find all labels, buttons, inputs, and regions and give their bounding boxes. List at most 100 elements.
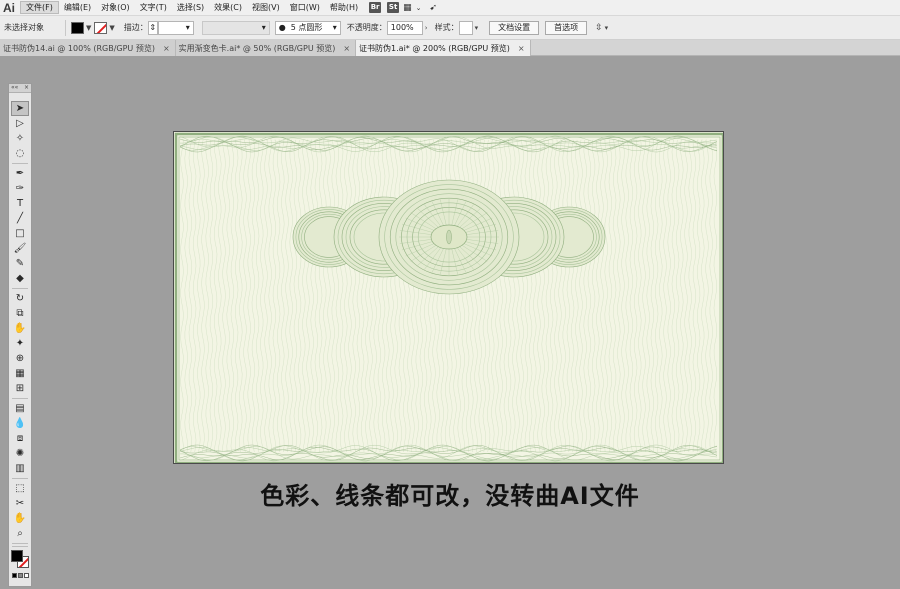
divider [12, 543, 28, 544]
stock-button[interactable]: St [387, 2, 400, 13]
document-tab-label: 证书防伪1.ai* @ 200% (RGB/GPU 预览) [359, 43, 510, 53]
pen-tool-icon[interactable]: ✒ [11, 166, 29, 181]
puppet-warp-tool-icon[interactable]: ✦ [11, 336, 29, 351]
bridge-button[interactable]: Br [369, 2, 382, 13]
rectangle-tool-icon[interactable]: □ [11, 226, 29, 241]
mesh-tool-icon[interactable]: ⊞ [11, 381, 29, 396]
none-mode-button[interactable] [23, 573, 29, 578]
chevron-down-icon[interactable]: ▼ [109, 24, 114, 32]
menu-item[interactable]: 窗口(W) [285, 1, 325, 14]
gradient-tool-icon[interactable]: ▤ [11, 401, 29, 416]
color-mode-button[interactable] [11, 573, 17, 578]
document-tab-label: 实用渐变色卡.ai* @ 50% (RGB/GPU 预览) [178, 43, 336, 53]
chevron-down-icon: ▾ [332, 23, 337, 32]
color-mode-buttons [9, 573, 31, 578]
selection-tool-icon[interactable]: ➤ [11, 101, 29, 116]
zoom-tool-icon[interactable]: ⌕ [11, 526, 29, 541]
menu-bar: Ai 文件(F) 编辑(E) 对象(O) 文字(T) 选择(S) 效果(C) 视图(V) 窗口… [0, 0, 900, 15]
close-icon[interactable]: × [163, 44, 170, 53]
chevron-down-icon[interactable]: ⌄ [416, 4, 422, 12]
control-bar: 未选择对象 ▼ ▼ 描边： ⇕ ▾ ▾ ● 5 点圆形 ▾ 不透明度： 100%… [0, 15, 900, 40]
menu-item[interactable]: 文件(F) [20, 1, 59, 14]
artboard[interactable] [173, 131, 724, 464]
chevron-down-icon[interactable]: ▾ [605, 24, 609, 32]
direct-selection-tool-icon[interactable]: ▷ [11, 116, 29, 131]
tools-panel: «« × ➤ ▷ ✧ ◌ ✒ ✑ T ╱ □ 🖌 ✎ ◆ ↻ ⧉ ✋ ✦ ⊕ ▦ ⊞ ▤ 💧 ⧈ ✺ ▥ ⬚ ✂ ✋ ⌕ [8, 83, 32, 587]
shape-builder-tool-icon[interactable]: ⊕ [11, 351, 29, 366]
stroke-label: 描边： [123, 23, 148, 32]
stroke-weight-input[interactable]: ▾ [157, 20, 194, 35]
close-icon[interactable]: × [343, 44, 350, 53]
menu-item[interactable]: 对象(O) [96, 1, 135, 14]
app-logo: Ai [3, 0, 15, 15]
artboard-tool-icon[interactable]: ⬚ [11, 481, 29, 496]
warp-tool-icon[interactable]: ✋ [11, 321, 29, 336]
document-tab-bar: 证书防伪14.ai @ 100% (RGB/GPU 预览) × 实用渐变色卡.ai*… [0, 40, 900, 56]
chevron-right-icon[interactable]: › [425, 24, 428, 32]
close-icon[interactable]: × [24, 84, 29, 92]
menu-item[interactable]: 编辑(E) [59, 1, 96, 14]
chevron-down-icon[interactable]: ▼ [86, 24, 91, 32]
paintbrush-tool-icon[interactable]: 🖌 [11, 241, 29, 256]
line-tool-icon[interactable]: ╱ [11, 211, 29, 226]
chevron-down-icon[interactable]: ▾ [475, 24, 479, 32]
slice-tool-icon[interactable]: ✂ [11, 496, 29, 511]
stroke-color-swatch[interactable] [94, 21, 108, 34]
tool-list: ➤ ▷ ✧ ◌ ✒ ✑ T ╱ □ 🖌 ✎ ◆ ↻ ⧉ ✋ ✦ ⊕ ▦ ⊞ ▤ 💧 ⧈ ✺ ▥ ⬚ ✂ ✋ ⌕ [9, 93, 31, 544]
divider [12, 546, 28, 547]
divider [12, 288, 28, 289]
promo-caption: 色彩、线条都可改，没转曲AI文件 [260, 482, 640, 510]
preferences-button[interactable]: 首选项 [545, 20, 588, 35]
document-tab[interactable]: 实用渐变色卡.ai* @ 50% (RGB/GPU 预览) × [175, 40, 357, 56]
blend-tool-icon[interactable]: ⧈ [11, 431, 29, 446]
rotate-tool-icon[interactable]: ↻ [11, 291, 29, 306]
lasso-tool-icon[interactable]: ◌ [11, 146, 29, 161]
menu-item[interactable]: 视图(V) [247, 1, 285, 14]
eyedropper-tool-icon[interactable]: 💧 [11, 416, 29, 431]
eraser-tool-icon[interactable]: ◆ [11, 271, 29, 286]
type-tool-icon[interactable]: T [11, 196, 29, 211]
shaper-tool-icon[interactable]: ✎ [11, 256, 29, 271]
brush-definition-select[interactable]: ● 5 点圆形 ▾ [274, 20, 341, 35]
brush-label: 5 点圆形 [290, 23, 323, 32]
document-setup-button[interactable]: 文档设置 [489, 20, 540, 35]
close-icon[interactable]: × [518, 44, 525, 53]
menu-item[interactable]: 选择(S) [172, 1, 209, 14]
divider [65, 19, 66, 36]
column-graph-tool-icon[interactable]: ▥ [11, 461, 29, 476]
variable-width-profile[interactable]: ▾ [201, 20, 270, 35]
selection-status: 未选择对象 [4, 23, 44, 32]
divider [12, 478, 28, 479]
hand-tool-icon[interactable]: ✋ [11, 511, 29, 526]
workspace-grid-icon[interactable]: ▦ [403, 3, 412, 13]
divider [12, 398, 28, 399]
symbol-sprayer-tool-icon[interactable]: ✺ [11, 446, 29, 461]
send-icon[interactable]: ➹ [430, 3, 438, 13]
divider [12, 163, 28, 164]
opacity-input[interactable]: 100% [386, 20, 423, 35]
curvature-tool-icon[interactable]: ✑ [11, 181, 29, 196]
opacity-value: 100% [390, 23, 414, 32]
fill-color-swatch[interactable] [71, 21, 84, 34]
collapse-icon[interactable]: «« [11, 84, 18, 92]
fill-swatch[interactable] [11, 550, 23, 562]
opacity-label: 不透明度： [346, 23, 387, 32]
document-tab[interactable]: 证书防伪14.ai @ 100% (RGB/GPU 预览) × [0, 40, 176, 56]
menu-item[interactable]: 文字(T) [135, 1, 172, 14]
menu-item[interactable]: 效果(C) [209, 1, 247, 14]
rosette-center-dot [446, 229, 452, 245]
stroke-weight-stepper[interactable]: ⇕ [147, 20, 158, 35]
menu-item[interactable]: 帮助(H) [325, 1, 363, 14]
guilloche-certificate-artwork [174, 132, 723, 463]
graphic-style-swatch[interactable] [458, 20, 473, 35]
perspective-grid-tool-icon[interactable]: ▦ [11, 366, 29, 381]
fill-stroke-widget[interactable] [10, 549, 30, 571]
gradient-mode-button[interactable] [17, 573, 23, 578]
menu-items: 文件(F) 编辑(E) 对象(O) 文字(T) 选择(S) 效果(C) 视图(V) 窗口(W)… [20, 1, 363, 14]
scale-tool-icon[interactable]: ⧉ [11, 306, 29, 321]
style-label: 样式： [434, 23, 459, 32]
magic-wand-tool-icon[interactable]: ✧ [11, 131, 29, 146]
tools-panel-header: «« × [9, 84, 31, 93]
arrange-icon[interactable]: ⇳ [595, 23, 603, 33]
document-tab[interactable]: 证书防伪1.ai* @ 200% (RGB/GPU 预览) × [356, 40, 531, 56]
